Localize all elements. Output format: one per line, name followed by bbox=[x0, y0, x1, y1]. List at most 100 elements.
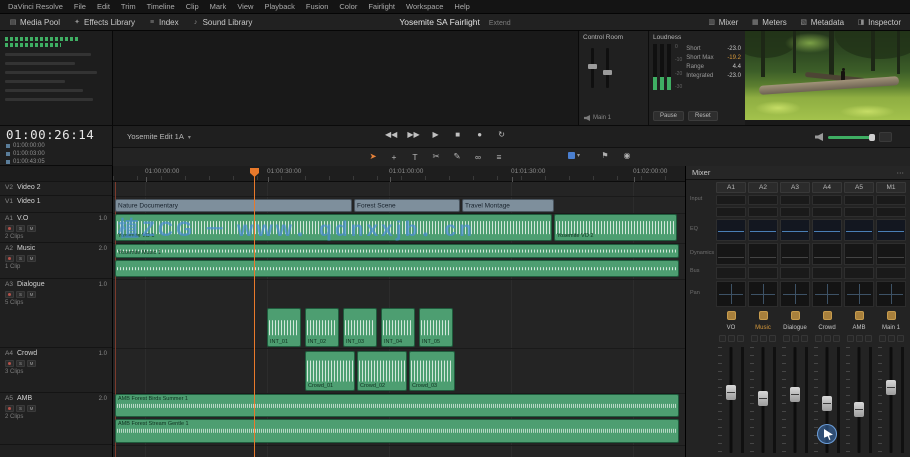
volume-knob[interactable] bbox=[869, 133, 875, 141]
audio-clip[interactable]: Yosemite VO 2 bbox=[554, 214, 677, 241]
solo-button[interactable]: S bbox=[16, 255, 25, 262]
video-clip[interactable]: Travel Montage bbox=[462, 199, 554, 212]
menu-item[interactable]: File bbox=[74, 2, 86, 11]
menu-item[interactable]: Edit bbox=[97, 2, 110, 11]
record-arm-button[interactable] bbox=[5, 291, 14, 298]
strip-id[interactable]: A5 bbox=[844, 182, 874, 193]
loudness-button[interactable]: Pause bbox=[653, 111, 685, 121]
transport-button[interactable]: ■ bbox=[452, 130, 464, 139]
mute-button[interactable] bbox=[846, 335, 854, 342]
track-header-v1[interactable]: V1 Video 1 bbox=[0, 196, 112, 213]
dynamics-display[interactable] bbox=[844, 243, 874, 265]
record-arm-button[interactable] bbox=[5, 225, 14, 232]
arm-toggle[interactable] bbox=[864, 335, 872, 342]
arm-button[interactable] bbox=[822, 310, 832, 320]
slider-handle[interactable] bbox=[588, 64, 597, 69]
dynamics-display[interactable] bbox=[876, 243, 906, 265]
strip-id[interactable]: A2 bbox=[748, 182, 778, 193]
options-icon[interactable]: ⋯ bbox=[897, 168, 905, 177]
eq-display[interactable] bbox=[876, 219, 906, 241]
pan-control[interactable] bbox=[844, 281, 874, 307]
effects-slot[interactable] bbox=[876, 207, 906, 217]
track-header-a5[interactable]: A5 AMB 2.0 S M 2 Clips bbox=[0, 393, 112, 445]
solo-button[interactable] bbox=[791, 335, 799, 342]
timeline-ruler[interactable]: 01:00:00:00 01:00:30:00 01:01:00:00 01:01:3… bbox=[113, 166, 685, 182]
edit-tool-button[interactable]: ≡ bbox=[494, 152, 504, 162]
strip-id[interactable]: A1 bbox=[716, 182, 746, 193]
playhead[interactable] bbox=[254, 174, 255, 457]
marker-row[interactable]: 01:00:43:05 bbox=[6, 158, 106, 166]
transport-button[interactable]: ◀◀ bbox=[385, 130, 397, 139]
arm-toggle[interactable] bbox=[800, 335, 808, 342]
record-arm-button[interactable] bbox=[5, 405, 14, 412]
edit-tool-button[interactable]: ✂ bbox=[431, 151, 441, 162]
loudness-button[interactable]: Reset bbox=[688, 111, 718, 121]
solo-button[interactable] bbox=[855, 335, 863, 342]
track-header-v2[interactable]: V2 Video 2 bbox=[0, 182, 112, 196]
flag-marker-button[interactable]: ◉ bbox=[622, 151, 632, 160]
panel-toggle-button[interactable]: ▧ Metadata bbox=[800, 18, 844, 27]
audio-clip[interactable]: Crowd_03 bbox=[409, 351, 455, 391]
channel-fader[interactable] bbox=[748, 345, 778, 455]
marker-row[interactable]: 01:00:03:00 bbox=[6, 150, 106, 158]
arm-button[interactable] bbox=[726, 310, 736, 320]
fader-handle[interactable] bbox=[854, 402, 864, 418]
mute-button[interactable] bbox=[718, 335, 726, 342]
timeline-name-dropdown[interactable]: Yosemite Edit 1A ▾ bbox=[127, 132, 191, 141]
solo-button[interactable] bbox=[887, 335, 895, 342]
effects-slot[interactable] bbox=[844, 207, 874, 217]
audio-clip[interactable]: Crowd_01 bbox=[305, 351, 355, 391]
arm-button[interactable] bbox=[790, 310, 800, 320]
audio-clip[interactable]: INT_02 bbox=[305, 308, 339, 347]
pan-control[interactable] bbox=[748, 281, 778, 307]
audio-clip[interactable]: INT_03 bbox=[343, 308, 377, 347]
video-clip[interactable]: Forest Scene bbox=[354, 199, 460, 212]
monitor-level-slider[interactable] bbox=[588, 48, 597, 88]
solo-button[interactable] bbox=[759, 335, 767, 342]
audio-clip[interactable]: AMB Forest Birds Summer 1 bbox=[115, 394, 679, 417]
bus-slot[interactable] bbox=[716, 267, 746, 279]
edit-tool-button[interactable]: T bbox=[410, 152, 420, 162]
effects-slot[interactable] bbox=[748, 207, 778, 217]
arm-button[interactable] bbox=[886, 310, 896, 320]
mute-button[interactable]: M bbox=[27, 405, 36, 412]
bus-slot[interactable] bbox=[748, 267, 778, 279]
timeline[interactable]: 01:00:00:00 01:00:30:00 01:01:00:00 01:01:3… bbox=[113, 166, 685, 457]
arm-toggle[interactable] bbox=[832, 335, 840, 342]
menu-item[interactable]: Color bbox=[339, 2, 357, 11]
monitor-output[interactable]: Main 1 bbox=[584, 115, 611, 121]
audio-clip[interactable]: INT_01 bbox=[267, 308, 301, 347]
mute-button[interactable]: M bbox=[27, 291, 36, 298]
solo-button[interactable]: S bbox=[16, 225, 25, 232]
dynamics-display[interactable] bbox=[748, 243, 778, 265]
panel-toggle-button[interactable]: ≡ Index bbox=[148, 18, 179, 27]
input-slot[interactable] bbox=[844, 195, 874, 205]
mute-button[interactable] bbox=[814, 335, 822, 342]
pan-control[interactable] bbox=[812, 281, 842, 307]
bus-slot[interactable] bbox=[812, 267, 842, 279]
mute-button[interactable]: M bbox=[27, 255, 36, 262]
input-slot[interactable] bbox=[812, 195, 842, 205]
solo-button[interactable]: S bbox=[16, 291, 25, 298]
channel-fader[interactable] bbox=[716, 345, 746, 455]
edit-tool-button[interactable]: + bbox=[389, 152, 399, 162]
eq-display[interactable] bbox=[780, 219, 810, 241]
strip-id[interactable]: A3 bbox=[780, 182, 810, 193]
menu-item[interactable]: Workspace bbox=[406, 2, 443, 11]
fader-handle[interactable] bbox=[822, 395, 832, 411]
dynamics-display[interactable] bbox=[780, 243, 810, 265]
effects-slot[interactable] bbox=[812, 207, 842, 217]
menu-item[interactable]: Help bbox=[454, 2, 469, 11]
edit-tool-button[interactable]: ✎ bbox=[452, 151, 462, 162]
solo-button[interactable] bbox=[727, 335, 735, 342]
solo-button[interactable]: S bbox=[16, 405, 25, 412]
panel-toggle-button[interactable]: ▥ Mixer bbox=[708, 18, 738, 27]
pan-control[interactable] bbox=[716, 281, 746, 307]
strip-id[interactable]: M1 bbox=[876, 182, 906, 193]
mute-button[interactable] bbox=[878, 335, 886, 342]
transport-button[interactable]: ↻ bbox=[496, 130, 508, 139]
transport-button[interactable]: ● bbox=[474, 130, 486, 139]
record-arm-button[interactable] bbox=[5, 255, 14, 262]
menu-item[interactable]: Timeline bbox=[147, 2, 175, 11]
monitor-level-slider[interactable] bbox=[603, 48, 612, 88]
